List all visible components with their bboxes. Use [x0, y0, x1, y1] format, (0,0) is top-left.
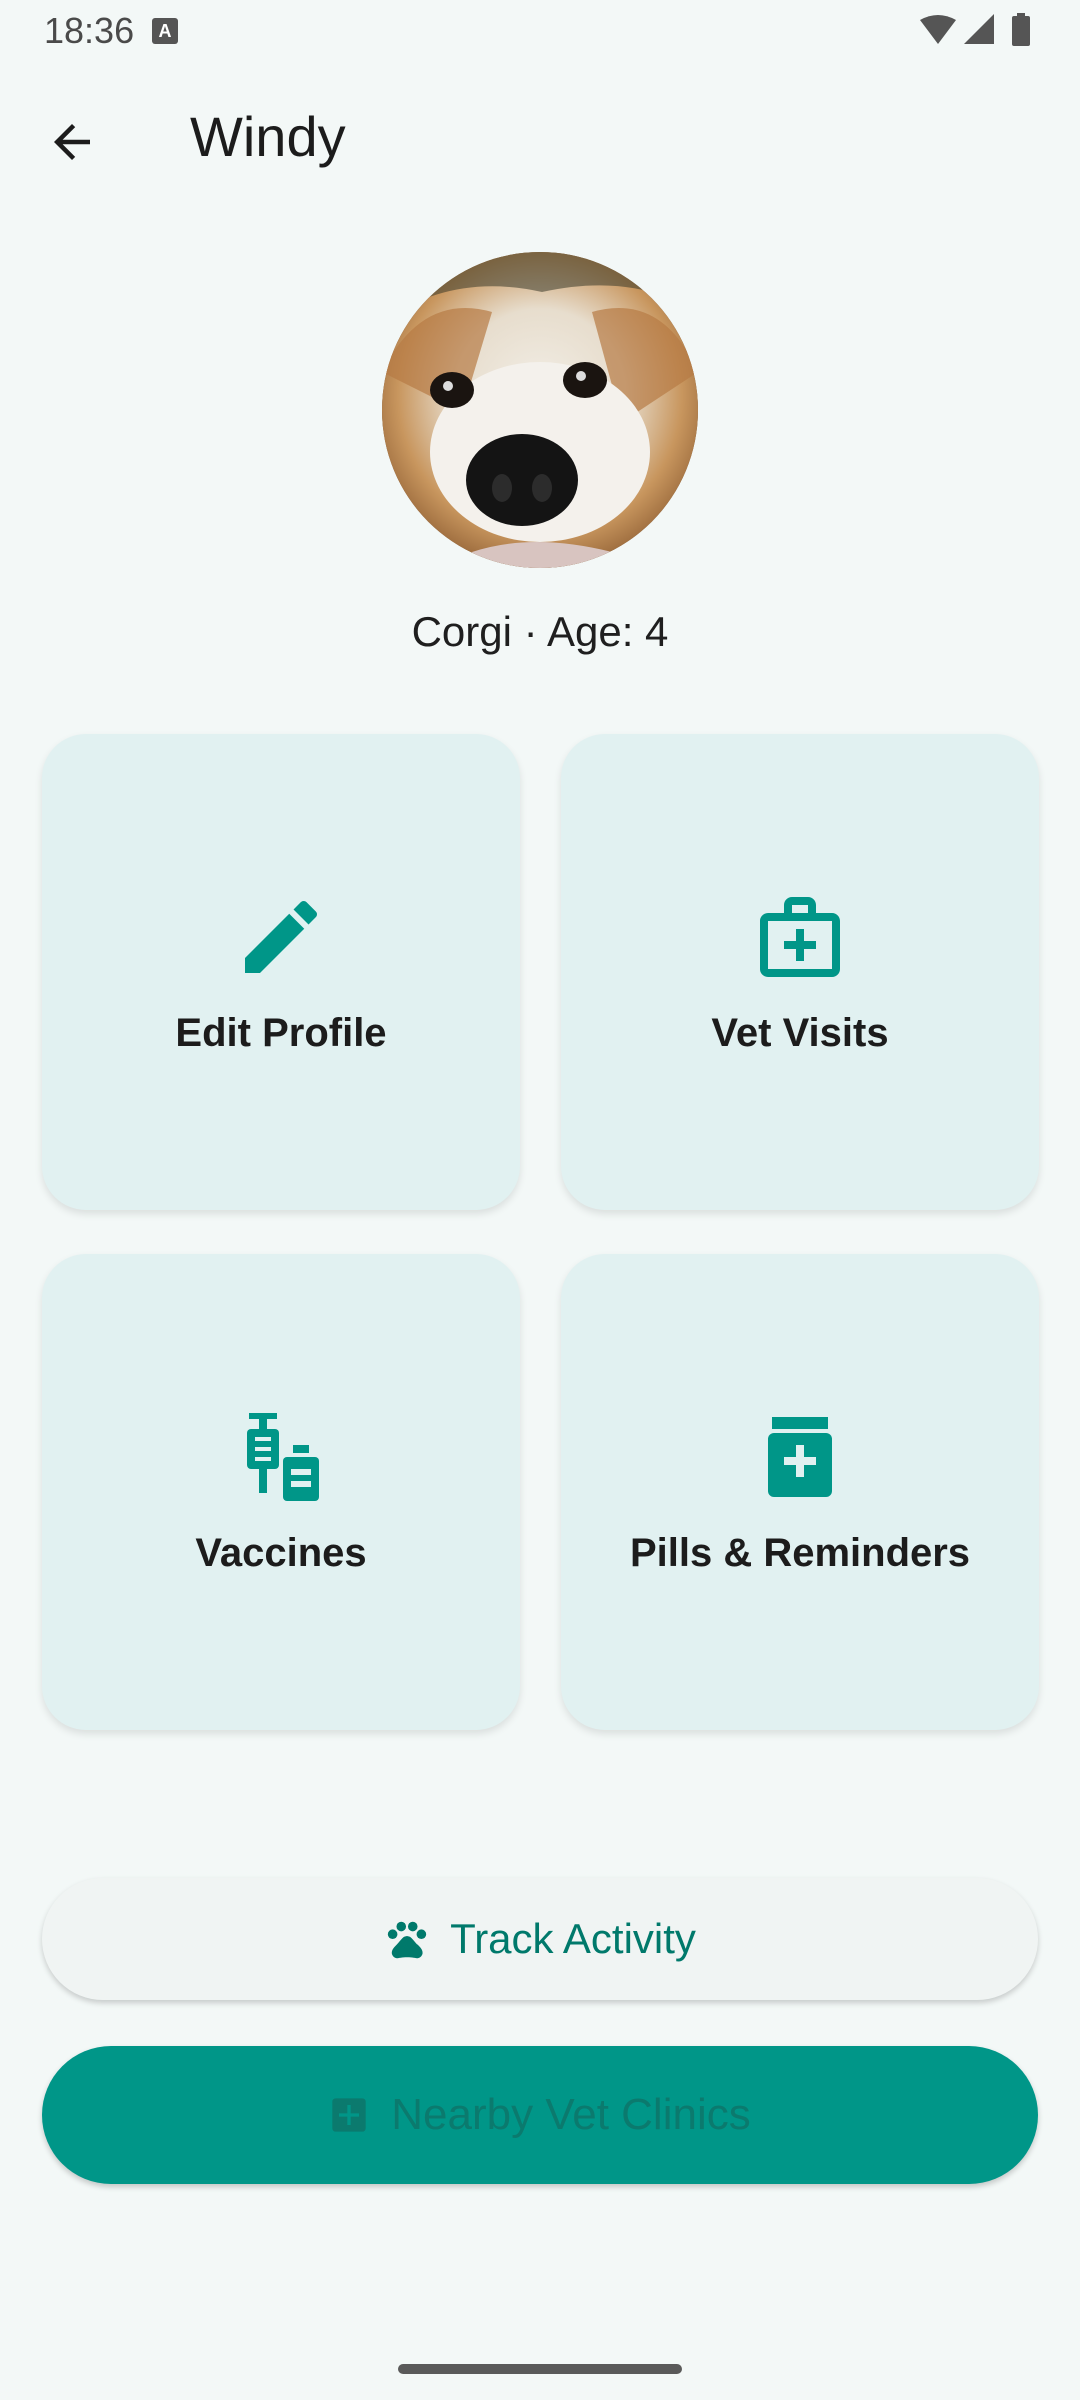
battery-icon: [1012, 16, 1030, 46]
wifi-icon: [920, 15, 956, 44]
vet-visits-card[interactable]: Vet Visits: [561, 734, 1039, 1210]
pet-breed-age: Corgi · Age: 4: [411, 608, 669, 655]
screen: 18:36 A Windy Corgi · Age: 4 Edit Profil…: [0, 0, 1080, 2400]
pet-avatar: [382, 252, 698, 568]
vaccines-label: Vaccines: [195, 1530, 367, 1575]
medication-icon: [768, 1416, 832, 1497]
pencil-icon: [245, 900, 318, 973]
pet-photo: [382, 252, 698, 568]
nearby-vet-clinics-button[interactable]: Nearby Vet Clinics: [42, 2046, 1038, 2184]
notification-icon: A: [152, 18, 178, 44]
vaccine-icon: [247, 1412, 319, 1501]
edit-profile-label: Edit Profile: [175, 1010, 387, 1055]
paw-icon: [387, 1921, 427, 1959]
nearby-vet-clinics-label: Nearby Vet Clinics: [391, 2090, 751, 2139]
arrow-back-icon: [54, 124, 90, 160]
medical-services-icon: [332, 2098, 366, 2132]
status-time: 18:36: [44, 10, 135, 51]
status-icons: [920, 13, 1030, 46]
home-indicator[interactable]: [398, 2364, 682, 2374]
page-title: Windy: [190, 105, 346, 168]
pills-reminders-card[interactable]: Pills & Reminders: [561, 1254, 1039, 1730]
track-activity-button[interactable]: Track Activity: [42, 1878, 1038, 2000]
track-activity-label: Track Activity: [450, 1915, 696, 1962]
status-bar: 18:36 A: [0, 0, 1080, 64]
vet-visits-label: Vet Visits: [711, 1010, 889, 1055]
pills-reminders-label: Pills & Reminders: [629, 1530, 971, 1575]
vaccines-card[interactable]: Vaccines: [42, 1254, 520, 1730]
edit-profile-card[interactable]: Edit Profile: [42, 734, 520, 1210]
back-button[interactable]: [30, 100, 114, 184]
medical-bag-icon: [760, 896, 840, 977]
top-app-bar: Windy: [0, 64, 1080, 208]
signal-icon: [964, 14, 994, 44]
